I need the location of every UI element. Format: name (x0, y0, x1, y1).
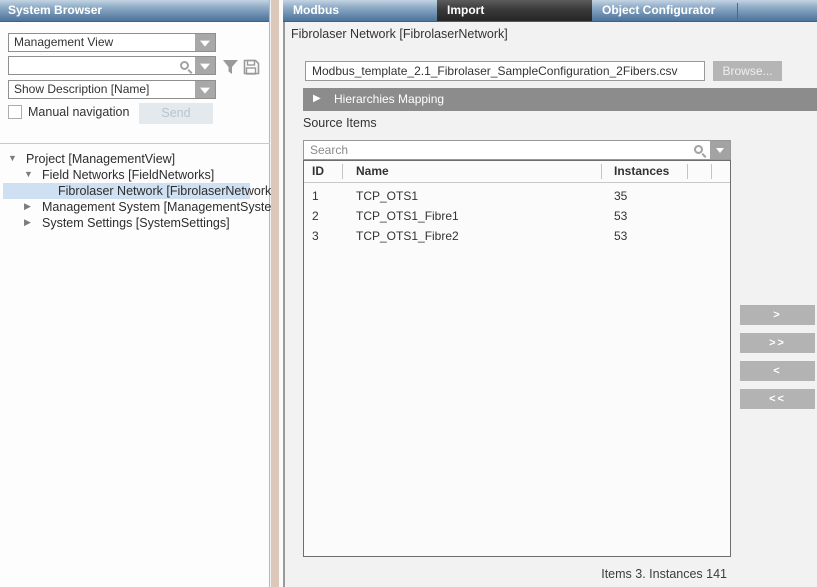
tab-bar: ModbusImportObject Configurator (283, 0, 817, 22)
cell-id: 1 (312, 186, 356, 206)
tree-item-2[interactable]: Fibrolaser Network [FibrolaserNetwork] (3, 183, 250, 199)
tab-import[interactable]: Import (437, 0, 592, 21)
system-browser-title: System Browser (0, 0, 269, 22)
description-selector-value: Show Description [Name] (14, 81, 149, 98)
tree-item-label: Project [ManagementView] (26, 151, 175, 167)
table-row[interactable]: 2TCP_OTS1_Fibre153 (304, 206, 730, 226)
cell-instances: 53 (614, 206, 730, 226)
filter-funnel-icon[interactable] (222, 59, 239, 78)
tree-item-1[interactable]: ▼ Field Networks [FieldNetworks] (0, 167, 269, 183)
send-button[interactable]: Send (139, 103, 213, 124)
tree-collapse-icon[interactable]: ▼ (8, 153, 17, 163)
tab-object-configurator[interactable]: Object Configurator (592, 0, 737, 21)
table-search-input[interactable]: Search (303, 140, 731, 160)
table-header-row: ID Name Instances (304, 161, 730, 183)
application-window: System Browser Management View Show Desc… (0, 0, 817, 587)
view-selector-value: Management View (14, 34, 113, 51)
tree-item-4[interactable]: ▶ System Settings [SystemSettings] (0, 215, 269, 231)
manual-navigation-checkbox[interactable] (8, 105, 22, 119)
panel-splitter[interactable] (271, 0, 279, 587)
cell-id: 3 (312, 226, 356, 246)
manual-navigation-label: Manual navigation (28, 105, 129, 119)
column-header-name[interactable]: Name (356, 161, 614, 182)
system-browser-panel: System Browser Management View Show Desc… (0, 0, 270, 587)
cell-name: TCP_OTS1_Fibre1 (356, 206, 614, 226)
source-items-label: Source Items (303, 116, 377, 130)
tab-separator (737, 3, 738, 19)
chevron-down-icon (200, 87, 210, 93)
browse-button[interactable]: Browse... (713, 61, 782, 81)
browser-search-input[interactable] (8, 56, 216, 75)
chevron-down-icon (200, 63, 210, 69)
save-floppy-icon[interactable] (243, 59, 260, 78)
panel-border-line (283, 20, 285, 587)
system-browser-tree: ▼ Project [ManagementView] ▼ Field Networks… (0, 151, 269, 581)
chevron-down-icon (200, 40, 210, 46)
table-body: 1TCP_OTS1352TCP_OTS1_Fibre1533TCP_OTS1_F… (304, 183, 730, 246)
tree-item-3[interactable]: ▶Management System [ManagementSystem] (0, 199, 269, 215)
tree-item-label: Fibrolaser Network [FibrolaserNetwork] (58, 183, 275, 199)
table-search-placeholder: Search (310, 141, 348, 159)
hierarchies-mapping-section-header[interactable]: ▶ Hierarchies Mapping (303, 88, 817, 111)
tree-separator (0, 143, 270, 144)
table-search-arrow-button[interactable] (710, 141, 730, 159)
search-icon (180, 61, 189, 70)
cell-id: 2 (312, 206, 356, 226)
browser-search-arrow-button[interactable] (195, 57, 215, 74)
main-panel: ModbusImportObject Configurator Fibrolas… (279, 0, 817, 587)
column-divider[interactable] (687, 164, 688, 179)
cell-instances: 35 (614, 186, 730, 206)
tree-item-0[interactable]: ▼ Project [ManagementView] (0, 151, 269, 167)
hierarchies-mapping-label: Hierarchies Mapping (334, 88, 444, 111)
column-header-id[interactable]: ID (312, 161, 356, 182)
column-header-instances[interactable]: Instances (614, 161, 730, 182)
cell-instances: 53 (614, 226, 730, 246)
table-row[interactable]: 3TCP_OTS1_Fibre253 (304, 226, 730, 246)
move-right-button[interactable]: > (740, 305, 815, 325)
tab-modbus[interactable]: Modbus (283, 0, 437, 21)
view-selector-arrow-button[interactable] (195, 34, 215, 51)
chevron-down-icon (716, 148, 724, 153)
tree-collapse-icon[interactable]: ▼ (24, 169, 33, 179)
description-selector-dropdown[interactable]: Show Description [Name] (8, 80, 216, 99)
view-selector-dropdown[interactable]: Management View (8, 33, 216, 52)
selected-object-breadcrumb: Fibrolaser Network [FibrolaserNetwork] (291, 27, 508, 41)
import-file-input[interactable]: Modbus_template_2.1_Fibrolaser_SampleCon… (305, 61, 705, 81)
cell-name: TCP_OTS1_Fibre2 (356, 226, 614, 246)
column-divider[interactable] (342, 164, 343, 179)
tree-item-label: Management System [ManagementSystem] (42, 199, 285, 215)
column-divider[interactable] (601, 164, 602, 179)
column-divider[interactable] (711, 164, 712, 179)
tree-item-label: Field Networks [FieldNetworks] (42, 167, 214, 183)
move-all-right-button[interactable]: >> (740, 333, 815, 353)
move-all-left-button[interactable]: << (740, 389, 815, 409)
cell-name: TCP_OTS1 (356, 186, 614, 206)
search-icon (694, 145, 703, 154)
tree-item-label: System Settings [SystemSettings] (42, 215, 230, 231)
chevron-right-icon: ▶ (313, 93, 321, 104)
move-left-button[interactable]: < (740, 361, 815, 381)
source-items-table: ID Name Instances 1TCP_OTS1352TCP_OTS1_F… (303, 160, 731, 557)
tree-expand-icon[interactable]: ▶ (24, 201, 31, 212)
status-summary: Items 3. Instances 141 (601, 567, 727, 581)
description-selector-arrow-button[interactable] (195, 81, 215, 98)
table-row[interactable]: 1TCP_OTS135 (304, 186, 730, 206)
tree-expand-icon[interactable]: ▶ (24, 217, 31, 228)
